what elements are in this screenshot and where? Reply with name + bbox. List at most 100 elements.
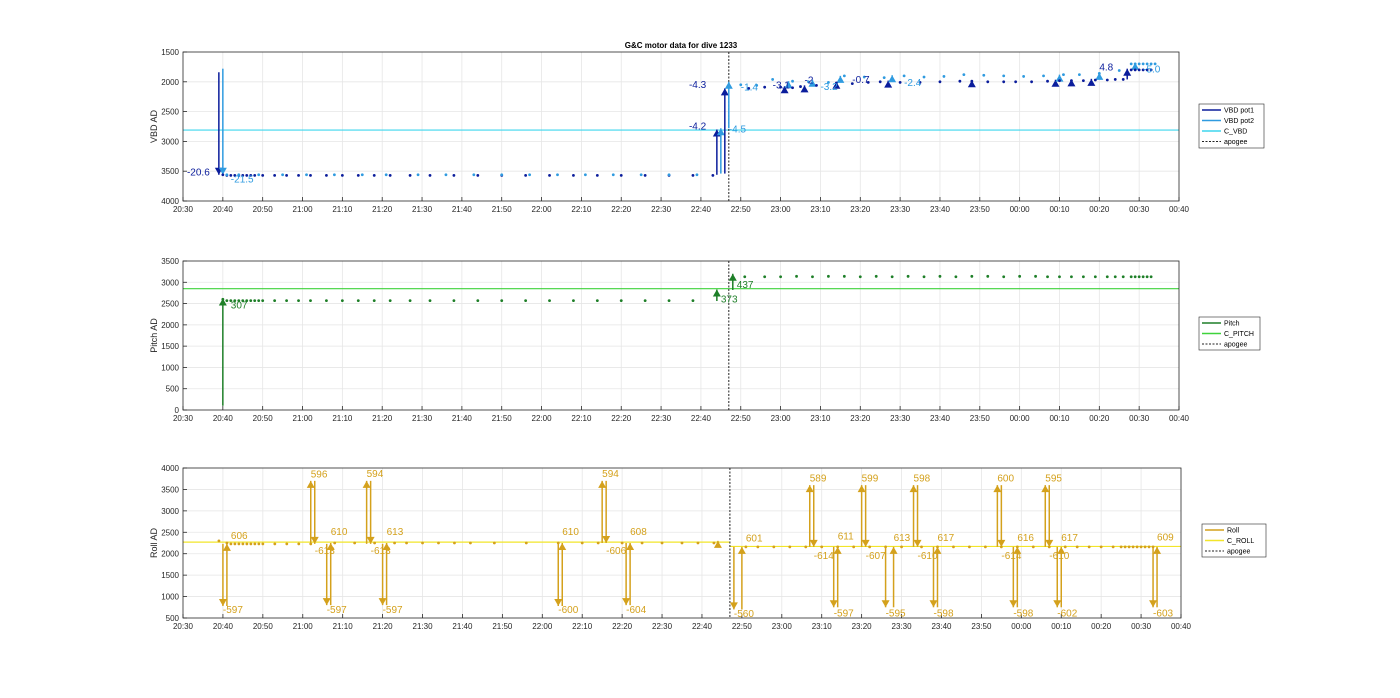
data-point [1149,275,1153,279]
data-label: -614 [814,551,834,562]
data-label: -597 [223,605,243,616]
data-label: 610 [562,527,579,538]
data-point [1129,68,1133,72]
data-point [1070,79,1073,83]
data-point [1042,74,1045,78]
data-point [444,173,448,177]
x-tick-label: 22:00 [532,622,553,631]
data-point [249,299,253,302]
data-point [1121,78,1125,81]
y-tick-label: 2000 [161,550,179,559]
x-tick-label: 22:50 [732,622,753,631]
y-tick-label: 1500 [161,571,179,580]
data-label: -2 [805,76,814,87]
data-point [1063,545,1067,549]
data-point [285,173,288,177]
x-tick-label: 23:50 [970,414,991,423]
data-point [763,85,767,89]
data-label: -3.2 [820,82,838,93]
data-point [305,173,308,177]
data-point [712,541,716,545]
data-label: -0.7 [852,75,870,86]
x-tick-label: 21:00 [293,414,314,423]
data-point [1099,545,1103,549]
data-point [1018,274,1022,278]
y-tick-label: 2500 [161,108,179,117]
data-label: -604 [626,605,646,616]
data-label: -600 [558,605,578,616]
x-tick-label: 20:50 [253,414,274,423]
x-tick-label: 21:10 [333,622,354,631]
data-point [922,75,926,79]
data-point [1137,275,1141,279]
data-point [1081,275,1085,279]
data-point [384,173,388,177]
data-label: 598 [914,473,931,484]
data-label: -4.3 [689,80,707,91]
data-point [999,545,1003,549]
data-point [878,80,882,84]
data-point [428,299,432,302]
data-point [297,173,300,177]
data-point [372,299,376,302]
data-point [297,299,300,302]
data-label: -597 [327,605,347,616]
data-point [938,274,942,278]
data-label: -607 [866,551,886,562]
data-label: -614 [1001,551,1021,562]
data-point [476,299,480,302]
data-point [297,542,301,546]
data-label: 594 [367,469,384,480]
x-tick-label: 23:10 [810,205,831,214]
y-tick-label: 2500 [161,300,179,309]
data-point [1015,545,1019,549]
data-point [408,299,412,302]
data-point [325,299,328,302]
data-point [779,275,782,279]
data-label: -610 [1049,551,1069,562]
x-tick-label: 00:10 [1049,414,1070,423]
plot-area [183,261,1179,410]
x-tick-label: 23:10 [812,622,833,631]
data-point [756,545,760,549]
y-tick-label: 1500 [161,48,179,57]
figure-title: G&C motor data for dive 1233 [625,41,738,50]
x-tick-label: 00:40 [1171,622,1192,631]
data-point [572,173,575,177]
x-tick-label: 21:20 [372,414,393,423]
x-tick-label: 22:00 [532,205,553,214]
data-point [619,299,623,302]
data-point [1137,68,1141,72]
x-tick-label: 21:40 [452,205,473,214]
data-point [711,173,715,177]
x-tick-label: 20:30 [173,622,194,631]
data-point [986,274,990,278]
data-point [333,541,337,545]
y-tick-label: 3500 [161,167,179,176]
data-label: 616 [1017,533,1034,544]
legend-entry: apogee [1224,139,1247,146]
data-point [858,275,862,279]
x-tick-label: 00:30 [1129,414,1150,423]
data-label: 611 [838,532,854,543]
x-tick-label: 22:40 [691,205,712,214]
y-tick-label: 1000 [161,363,179,372]
data-point [548,173,551,177]
data-point [524,299,528,302]
panel-2: 20:30 20:40 20:50 21:00 21:10 21:20 21:30 21:40… [149,257,1261,423]
x-tick-label: 23:30 [892,622,913,631]
data-point [421,541,424,545]
data-point [373,541,377,545]
data-point [958,79,962,83]
legend: Pitch C_PITCHapogee [1198,316,1261,351]
data-point [788,545,792,549]
x-tick-label: 23:00 [771,205,792,214]
x-tick-label: 22:00 [532,414,553,423]
data-label: 4.8 [1099,62,1113,73]
x-tick-label: 23:20 [850,205,871,214]
x-tick-label: 00:00 [1010,205,1031,214]
data-point [221,173,225,177]
data-point [225,299,229,302]
y-tick-label: 4000 [161,464,179,473]
x-tick-label: 21:30 [413,622,434,631]
